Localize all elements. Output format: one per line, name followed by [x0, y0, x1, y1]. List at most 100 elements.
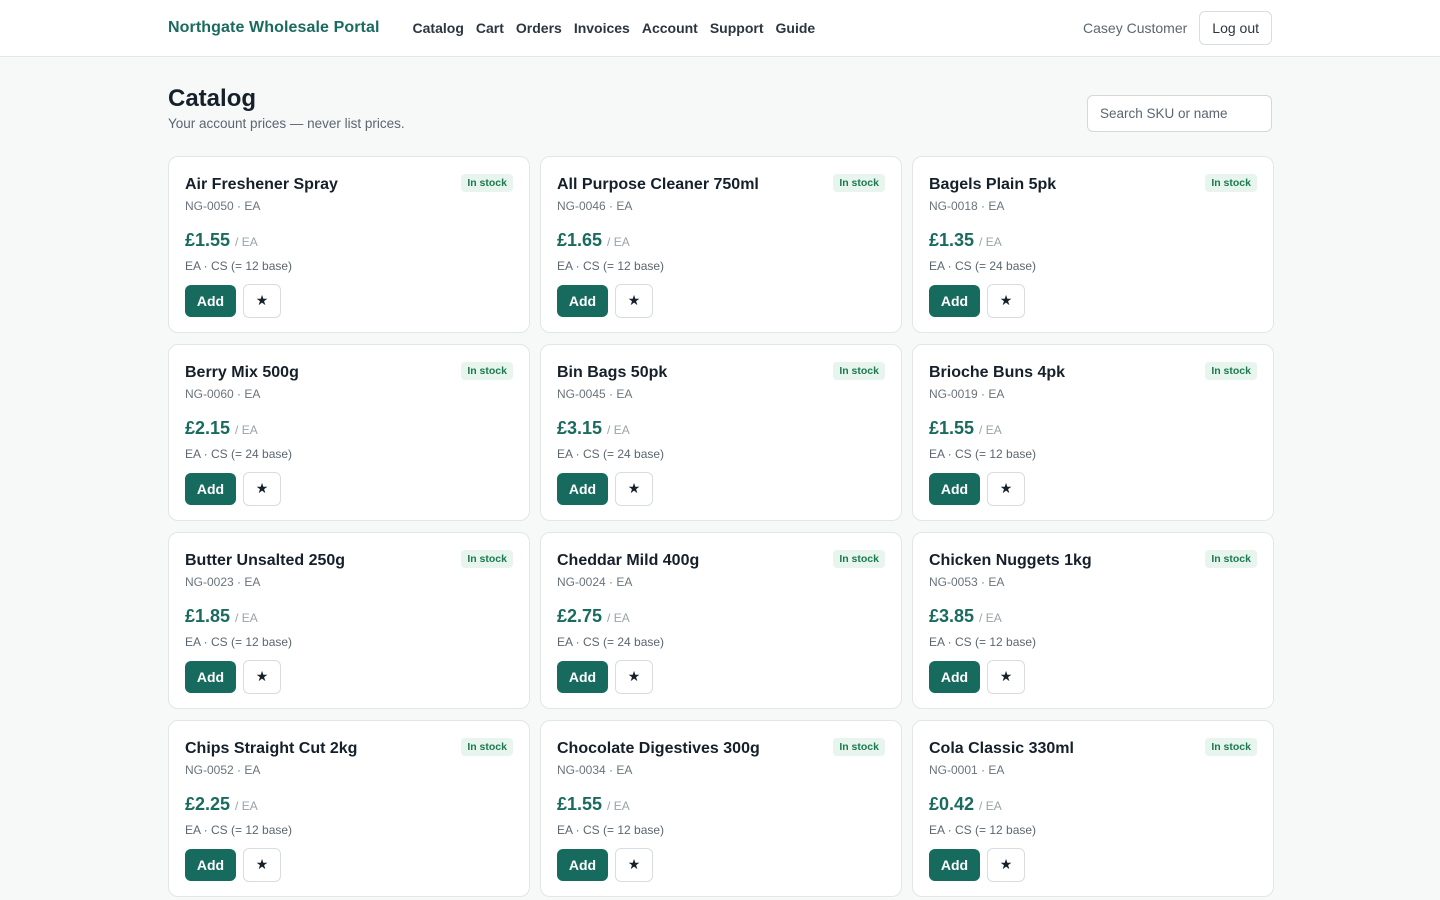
product-sku: NG-0050 · EA: [185, 199, 261, 213]
product-price: £1.65: [557, 230, 603, 250]
product-card: In stock Air Freshener Spray NG-0050 · E…: [168, 156, 530, 333]
price-row: £1.55 / EA: [929, 418, 1002, 439]
product-name: All Purpose Cleaner 750ml: [557, 176, 759, 193]
favorite-star-icon[interactable]: ★: [243, 660, 281, 694]
price-unit: / EA: [235, 423, 258, 437]
card-actions: Add ★: [185, 660, 281, 694]
page-header: Catalog Your account prices — never list…: [168, 57, 1272, 156]
product-price: £1.55: [557, 794, 603, 814]
product-sku: NG-0046 · EA: [557, 199, 633, 213]
brand-name[interactable]: Northgate Wholesale Portal: [168, 19, 380, 37]
unit-options: EA · CS (= 24 base): [557, 635, 665, 649]
card-actions: Add ★: [557, 848, 653, 882]
price-unit: / EA: [979, 799, 1002, 813]
card-actions: Add ★: [557, 284, 653, 318]
unit-options: EA · CS (= 12 base): [185, 635, 293, 649]
price-row: £1.85 / EA: [185, 606, 258, 627]
stock-badge: In stock: [833, 362, 885, 380]
add-to-cart-button[interactable]: Add: [929, 473, 980, 505]
product-name: Chicken Nuggets 1kg: [929, 552, 1092, 569]
card-actions: Add ★: [929, 284, 1025, 318]
price-unit: / EA: [607, 799, 630, 813]
price-row: £2.75 / EA: [557, 606, 630, 627]
add-to-cart-button[interactable]: Add: [557, 285, 608, 317]
product-sku: NG-0018 · EA: [929, 199, 1005, 213]
product-name: Bin Bags 50pk: [557, 364, 668, 381]
stock-badge: In stock: [1205, 174, 1257, 192]
add-to-cart-button[interactable]: Add: [929, 285, 980, 317]
product-name: Chocolate Digestives 300g: [557, 740, 760, 757]
add-to-cart-button[interactable]: Add: [185, 661, 236, 693]
nav-link-orders[interactable]: Orders: [516, 20, 562, 36]
favorite-star-icon[interactable]: ★: [987, 472, 1025, 506]
unit-options: EA · CS (= 12 base): [929, 823, 1037, 837]
stock-badge: In stock: [833, 550, 885, 568]
product-name: Cola Classic 330ml: [929, 740, 1074, 757]
product-name: Butter Unsalted 250g: [185, 552, 346, 569]
add-to-cart-button[interactable]: Add: [185, 285, 236, 317]
product-card: In stock Bin Bags 50pk NG-0045 · EA £3.1…: [540, 344, 902, 521]
price-row: £2.25 / EA: [185, 794, 258, 815]
product-price: £1.55: [929, 418, 975, 438]
unit-options: EA · CS (= 24 base): [557, 447, 665, 461]
nav-link-invoices[interactable]: Invoices: [574, 20, 630, 36]
product-card: In stock Bagels Plain 5pk NG-0018 · EA £…: [912, 156, 1274, 333]
product-card: In stock Chocolate Digestives 300g NG-00…: [540, 720, 902, 897]
top-navigation-inner: Northgate Wholesale Portal Catalog Cart …: [168, 0, 1272, 56]
favorite-star-icon[interactable]: ★: [987, 284, 1025, 318]
price-unit: / EA: [607, 235, 630, 249]
unit-options: EA · CS (= 12 base): [557, 823, 665, 837]
add-to-cart-button[interactable]: Add: [185, 473, 236, 505]
product-card: In stock Butter Unsalted 250g NG-0023 · …: [168, 532, 530, 709]
favorite-star-icon[interactable]: ★: [987, 848, 1025, 882]
user-name: Casey Customer: [1083, 20, 1188, 36]
favorite-star-icon[interactable]: ★: [987, 660, 1025, 694]
favorite-star-icon[interactable]: ★: [615, 660, 653, 694]
catalog-main: Catalog Your account prices — never list…: [168, 57, 1274, 897]
nav-link-catalog[interactable]: Catalog: [413, 20, 464, 36]
price-row: £2.15 / EA: [185, 418, 258, 439]
favorite-star-icon[interactable]: ★: [243, 472, 281, 506]
favorite-star-icon[interactable]: ★: [615, 848, 653, 882]
nav-link-cart[interactable]: Cart: [476, 20, 504, 36]
nav-link-guide[interactable]: Guide: [776, 20, 816, 36]
favorite-star-icon[interactable]: ★: [615, 472, 653, 506]
stock-badge: In stock: [833, 174, 885, 192]
nav-link-account[interactable]: Account: [642, 20, 698, 36]
product-price: £0.42: [929, 794, 975, 814]
user-area: Casey Customer Log out: [1083, 11, 1272, 45]
price-unit: / EA: [607, 611, 630, 625]
product-sku: NG-0052 · EA: [185, 763, 261, 777]
product-sku: NG-0034 · EA: [557, 763, 633, 777]
stock-badge: In stock: [1205, 362, 1257, 380]
product-price: £2.75: [557, 606, 603, 626]
product-grid: In stock Air Freshener Spray NG-0050 · E…: [168, 156, 1274, 897]
add-to-cart-button[interactable]: Add: [929, 849, 980, 881]
card-actions: Add ★: [185, 848, 281, 882]
price-row: £1.55 / EA: [185, 230, 258, 251]
card-actions: Add ★: [185, 472, 281, 506]
product-price: £2.25: [185, 794, 231, 814]
top-navigation-bar: Northgate Wholesale Portal Catalog Cart …: [0, 0, 1440, 57]
add-to-cart-button[interactable]: Add: [557, 473, 608, 505]
add-to-cart-button[interactable]: Add: [557, 849, 608, 881]
price-unit: / EA: [235, 235, 258, 249]
favorite-star-icon[interactable]: ★: [243, 284, 281, 318]
nav-link-support[interactable]: Support: [710, 20, 764, 36]
unit-options: EA · CS (= 12 base): [185, 823, 293, 837]
product-price: £1.85: [185, 606, 231, 626]
add-to-cart-button[interactable]: Add: [185, 849, 236, 881]
favorite-star-icon[interactable]: ★: [243, 848, 281, 882]
add-to-cart-button[interactable]: Add: [557, 661, 608, 693]
card-actions: Add ★: [929, 472, 1025, 506]
price-unit: / EA: [235, 611, 258, 625]
product-price: £3.85: [929, 606, 975, 626]
favorite-star-icon[interactable]: ★: [615, 284, 653, 318]
product-name: Bagels Plain 5pk: [929, 176, 1057, 193]
page-title: Catalog: [168, 85, 257, 112]
add-to-cart-button[interactable]: Add: [929, 661, 980, 693]
product-sku: NG-0045 · EA: [557, 387, 633, 401]
logout-button[interactable]: Log out: [1199, 11, 1272, 45]
search-input[interactable]: [1087, 95, 1272, 132]
price-row: £1.35 / EA: [929, 230, 1002, 251]
